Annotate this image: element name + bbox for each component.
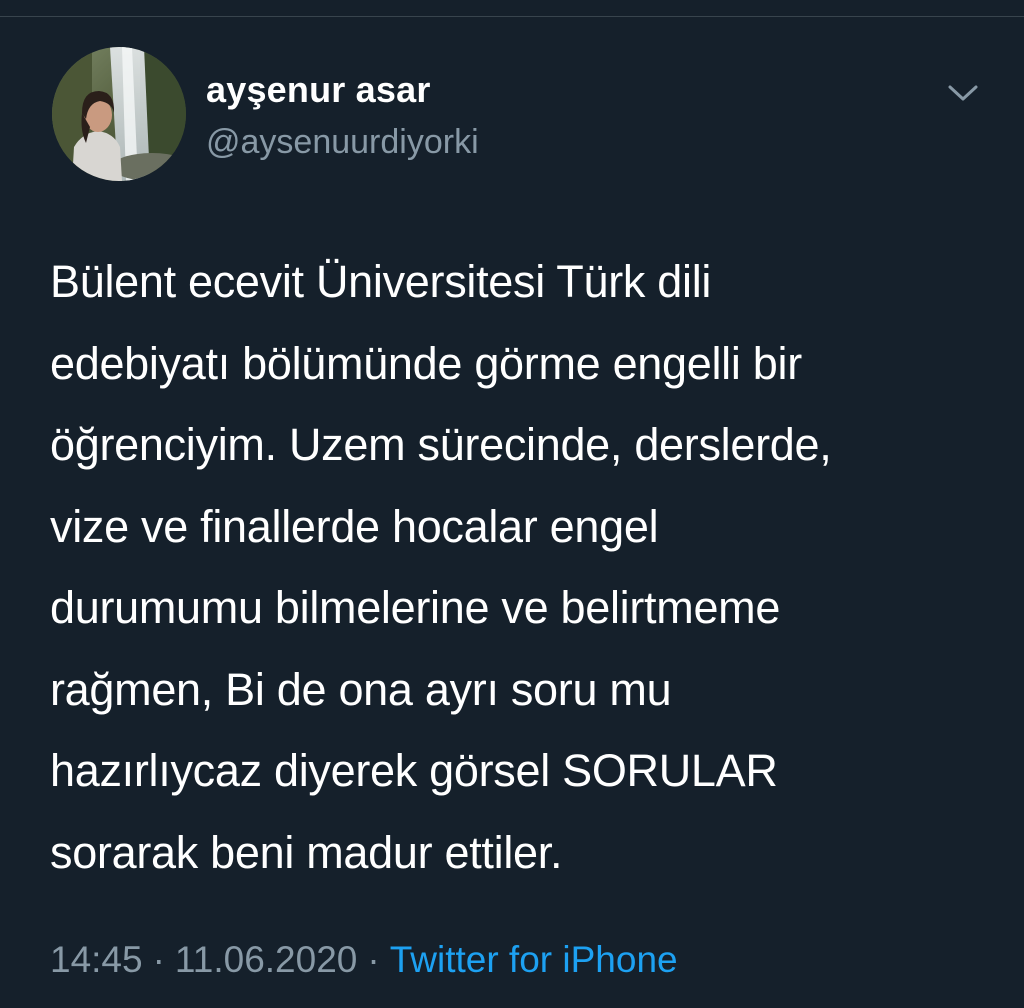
meta-separator: · [367, 939, 380, 980]
meta-separator: · [152, 939, 165, 980]
tweet-text-line: sorarak beni madur ettiler. [50, 826, 563, 878]
avatar[interactable] [52, 47, 186, 181]
tweet-text: Bülent ecevit Üniversitesi Türk dili ede… [50, 241, 990, 893]
tweet-card: ayşenur asar @aysenuurdiyorki Bülent ece… [0, 17, 1024, 1008]
tweet-metadata: 14:45 · 11.06.2020 · Twitter for iPhone [50, 939, 678, 981]
author-handle[interactable]: @aysenuurdiyorki [206, 123, 479, 162]
tweet-text-line: öğrenciyim. Uzem sürecinde, derslerde, [50, 419, 832, 470]
tweet-source-link[interactable]: Twitter for iPhone [390, 939, 678, 980]
tweet-text-line: vize ve finallerde hocalar engel [50, 500, 659, 552]
tweet-text-line: Bülent ecevit Üniversitesi Türk dili [50, 256, 712, 307]
profile-photo-icon [52, 47, 186, 181]
author-display-name[interactable]: ayşenur asar [206, 69, 431, 111]
tweet-date[interactable]: 11.06.2020 [175, 939, 357, 980]
tweet-text-line: hazırlıycaz diyerek görsel SORULAR [50, 745, 778, 796]
chevron-down-icon[interactable] [944, 77, 982, 107]
tweet-text-line: edebiyatı bölümünde görme engelli bir [50, 337, 802, 389]
tweet-time[interactable]: 14:45 [50, 939, 143, 980]
tweet-text-line: rağmen, Bi de ona ayrı soru mu [50, 663, 672, 715]
tweet-text-line: durumumu bilmelerine ve belirtmeme [50, 582, 781, 633]
